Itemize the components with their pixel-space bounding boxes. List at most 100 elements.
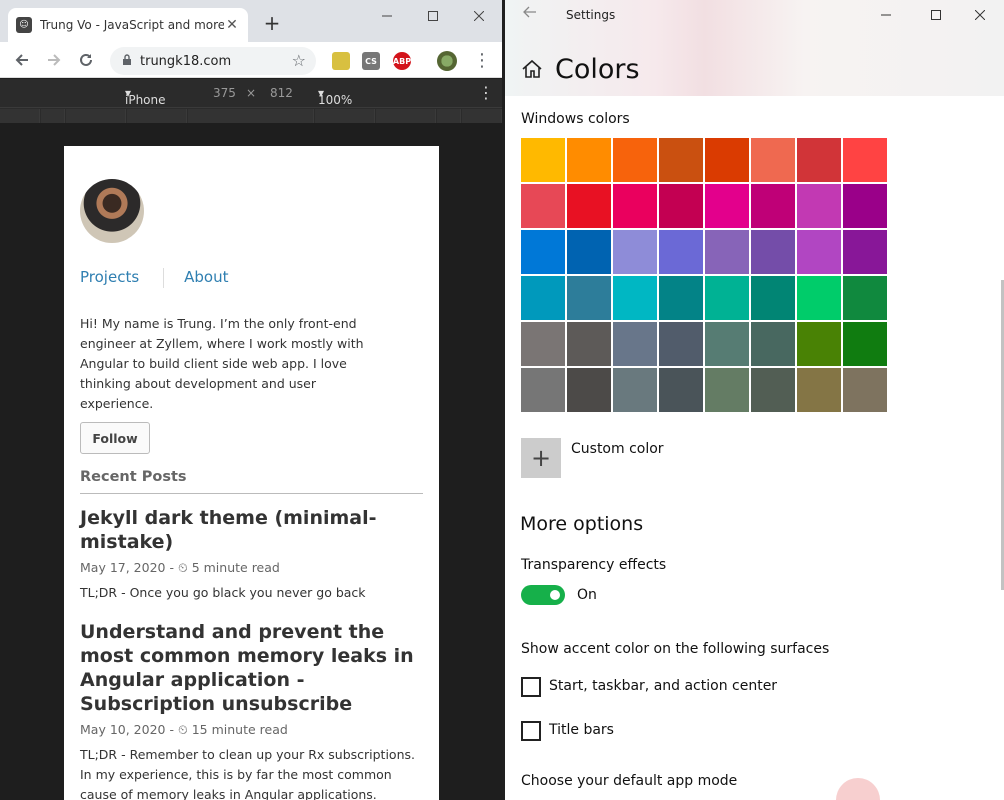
color-swatch[interactable]	[659, 322, 703, 366]
tab-title: Trung Vo - JavaScript and more	[40, 18, 224, 32]
color-swatch[interactable]	[567, 230, 611, 274]
color-swatch[interactable]	[843, 230, 887, 274]
color-swatch[interactable]	[613, 138, 657, 182]
toggle-knob	[550, 590, 560, 600]
color-swatch[interactable]	[521, 276, 565, 320]
color-swatch[interactable]	[659, 368, 703, 412]
title-bars-label[interactable]: Title bars	[549, 722, 614, 738]
tab-close-icon[interactable]: ✕	[224, 17, 240, 33]
extension-icon[interactable]	[332, 52, 350, 70]
color-swatch[interactable]	[613, 230, 657, 274]
profile-avatar[interactable]	[437, 51, 457, 71]
color-swatch[interactable]	[705, 322, 749, 366]
windows-colors-label: Windows colors	[521, 111, 630, 127]
back-icon[interactable]	[10, 48, 34, 72]
reload-icon[interactable]	[74, 48, 98, 72]
color-swatch[interactable]	[521, 138, 565, 182]
close-window-button[interactable]	[960, 4, 1000, 26]
nav-link-about[interactable]: About	[184, 268, 228, 288]
follow-button[interactable]: Follow	[80, 422, 150, 454]
color-swatch[interactable]	[521, 230, 565, 274]
color-swatch[interactable]	[843, 184, 887, 228]
post-excerpt: TL;DR - Remember to clean up your Rx sub…	[80, 747, 415, 800]
color-swatch[interactable]	[521, 322, 565, 366]
transparency-toggle[interactable]	[521, 585, 565, 605]
device-width[interactable]: 375	[213, 86, 236, 100]
color-swatch[interactable]	[705, 276, 749, 320]
color-swatch[interactable]	[659, 230, 703, 274]
star-icon[interactable]: ☆	[292, 51, 306, 70]
back-arrow-icon[interactable]	[523, 6, 537, 22]
color-swatch[interactable]	[751, 276, 795, 320]
browser-tab[interactable]: ☺ Trung Vo - JavaScript and more ✕	[8, 8, 248, 42]
color-swatch[interactable]	[613, 276, 657, 320]
custom-color-label[interactable]: Custom color	[571, 441, 664, 457]
settings-header: Settings Colors	[505, 0, 1004, 96]
color-swatch[interactable]	[797, 322, 841, 366]
custom-color-button[interactable]: +	[521, 438, 561, 478]
color-swatch[interactable]	[705, 138, 749, 182]
color-swatch[interactable]	[751, 368, 795, 412]
minimize-button[interactable]	[866, 4, 906, 26]
dimension-times: ×	[246, 86, 257, 100]
color-swatch[interactable]	[751, 322, 795, 366]
color-swatch[interactable]	[797, 276, 841, 320]
color-swatch[interactable]	[705, 230, 749, 274]
minimize-button[interactable]	[372, 4, 402, 28]
color-swatch[interactable]	[751, 230, 795, 274]
color-swatch[interactable]	[567, 322, 611, 366]
close-window-button[interactable]	[464, 4, 494, 28]
color-swatch[interactable]	[705, 368, 749, 412]
author-bio: Hi! My name is Trung. I’m the only front…	[80, 316, 364, 411]
devtools-more-icon[interactable]: ⋮	[478, 83, 494, 102]
device-height[interactable]: 812	[270, 86, 293, 100]
color-swatch[interactable]	[521, 184, 565, 228]
color-swatch[interactable]	[797, 230, 841, 274]
color-swatch[interactable]	[613, 368, 657, 412]
color-swatch[interactable]	[521, 368, 565, 412]
color-swatch[interactable]	[751, 138, 795, 182]
color-swatch[interactable]	[613, 322, 657, 366]
color-swatch[interactable]	[843, 322, 887, 366]
post-title[interactable]: Jekyll dark theme (minimal-mistake)	[80, 506, 425, 554]
post-date: May 10, 2020	[80, 722, 166, 737]
recent-posts-heading: Recent Posts	[80, 469, 423, 494]
color-swatch[interactable]	[843, 138, 887, 182]
color-swatch[interactable]	[659, 276, 703, 320]
start-taskbar-label[interactable]: Start, taskbar, and action center	[549, 678, 777, 694]
nav-link-projects[interactable]: Projects	[80, 268, 139, 288]
clock-icon: ⏲	[177, 560, 188, 575]
chrome-window: ☺ Trung Vo - JavaScript and more ✕ + tru…	[0, 0, 502, 800]
page-title: Colors	[555, 54, 640, 85]
color-swatch[interactable]	[567, 184, 611, 228]
adblock-icon[interactable]: ABP	[393, 52, 411, 70]
color-swatch[interactable]	[843, 368, 887, 412]
home-icon[interactable]	[521, 58, 543, 85]
color-swatch[interactable]	[797, 184, 841, 228]
color-swatch[interactable]	[659, 138, 703, 182]
maximize-button[interactable]	[916, 4, 956, 26]
color-swatch[interactable]	[567, 368, 611, 412]
title-bars-checkbox[interactable]	[521, 721, 541, 741]
color-swatch[interactable]	[705, 184, 749, 228]
start-taskbar-checkbox[interactable]	[521, 677, 541, 697]
cursor-highlight	[836, 778, 880, 800]
color-swatch[interactable]	[797, 368, 841, 412]
color-swatch[interactable]	[613, 184, 657, 228]
color-swatch[interactable]	[751, 184, 795, 228]
color-swatch[interactable]	[659, 184, 703, 228]
zoom-select[interactable]: 100% ▾	[318, 86, 352, 107]
color-swatch[interactable]	[567, 276, 611, 320]
device-select[interactable]: iPhone X ▾	[125, 86, 166, 121]
address-bar[interactable]: trungk18.com ☆	[110, 47, 316, 75]
color-swatch[interactable]	[797, 138, 841, 182]
maximize-button[interactable]	[418, 4, 448, 28]
extension-cs-icon[interactable]: CS	[362, 52, 380, 70]
color-swatch[interactable]	[567, 138, 611, 182]
color-swatch[interactable]	[843, 276, 887, 320]
device-toolbar: iPhone X ▾ 375 × 812 100% ▾ ⋮	[0, 79, 502, 121]
post-title[interactable]: Understand and prevent the most common m…	[80, 620, 425, 716]
new-tab-button[interactable]: +	[262, 12, 282, 34]
menu-dots-icon[interactable]: ⋮	[470, 48, 494, 72]
forward-icon[interactable]	[42, 48, 66, 72]
